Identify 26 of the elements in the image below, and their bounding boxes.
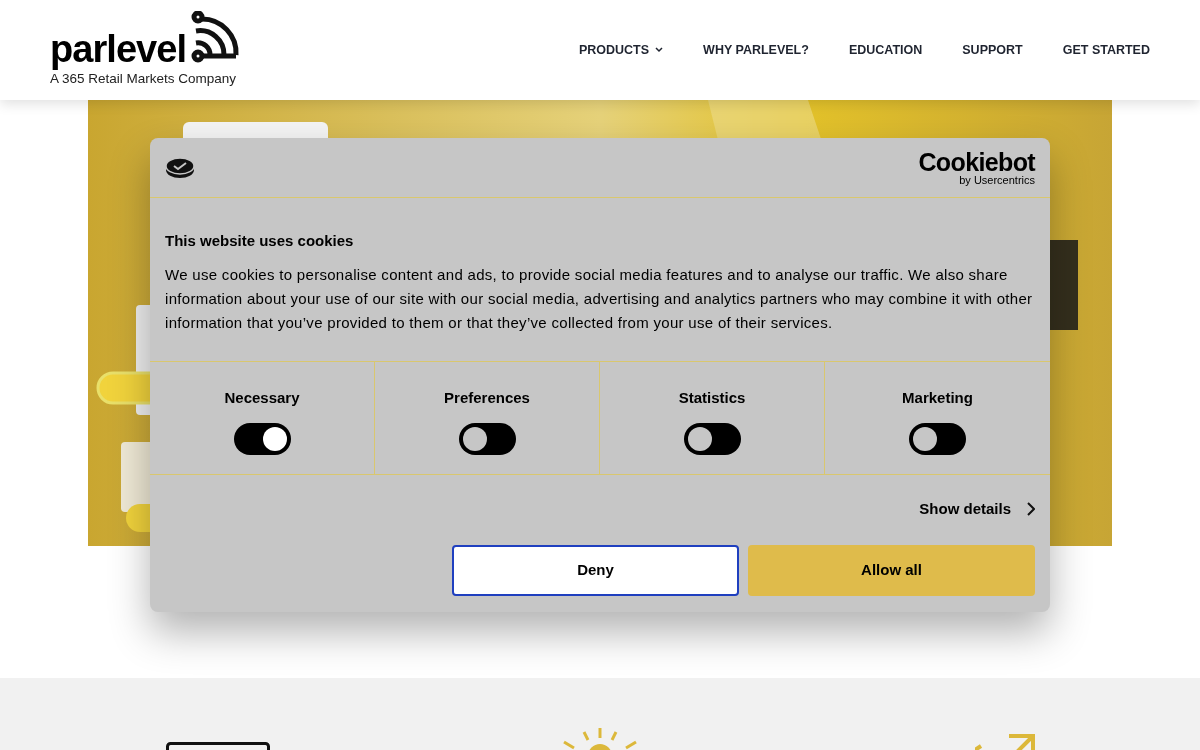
nav-link[interactable]: WHY PARLEVEL? [703,40,809,60]
category-label: Preferences [444,388,530,408]
chevron-right-icon [1027,502,1035,516]
deny-button[interactable]: Deny [452,545,739,596]
toggle-switch[interactable] [233,422,291,455]
nav-link[interactable]: SUPPORT [962,40,1023,60]
nav-link[interactable]: EDUCATION [848,40,923,60]
toggle-switch[interactable] [458,422,516,455]
nav-link[interactable]: GET STARTED [1062,40,1150,60]
nav-link[interactable]: PRODUCTS [578,40,664,60]
arrow-icon [975,734,1035,750]
monitor-icon [166,742,270,750]
category-label: Statistics [678,388,746,408]
cookiebot-byline: by Usercentrics [959,174,1035,186]
signal-arcs-icon [190,10,241,63]
dialog-title: This website uses cookies [165,231,355,251]
toggle-switch[interactable] [683,422,741,455]
category-label: Necessary [224,388,300,408]
logo-tagline: A 365 Retail Markets Company [50,70,238,88]
allow-all-button[interactable]: Allow all [748,545,1035,596]
cookie-logo-icon [165,156,195,179]
dialog-text: We use cookies to personalise content and ads, to provide social media features and to analyse our traffic. We also share information about your use of our site with our social media, advertising and analytics partners who may combine it with other information that you’ve provided to them or that they’ve collected from your use of their services. [165,264,1034,333]
category-label: Marketing [902,388,973,408]
cookiebot-logo: Cookiebot [918,149,1035,175]
toggle-switch[interactable] [909,422,966,455]
show-details-link[interactable]: Show details [919,497,1035,521]
